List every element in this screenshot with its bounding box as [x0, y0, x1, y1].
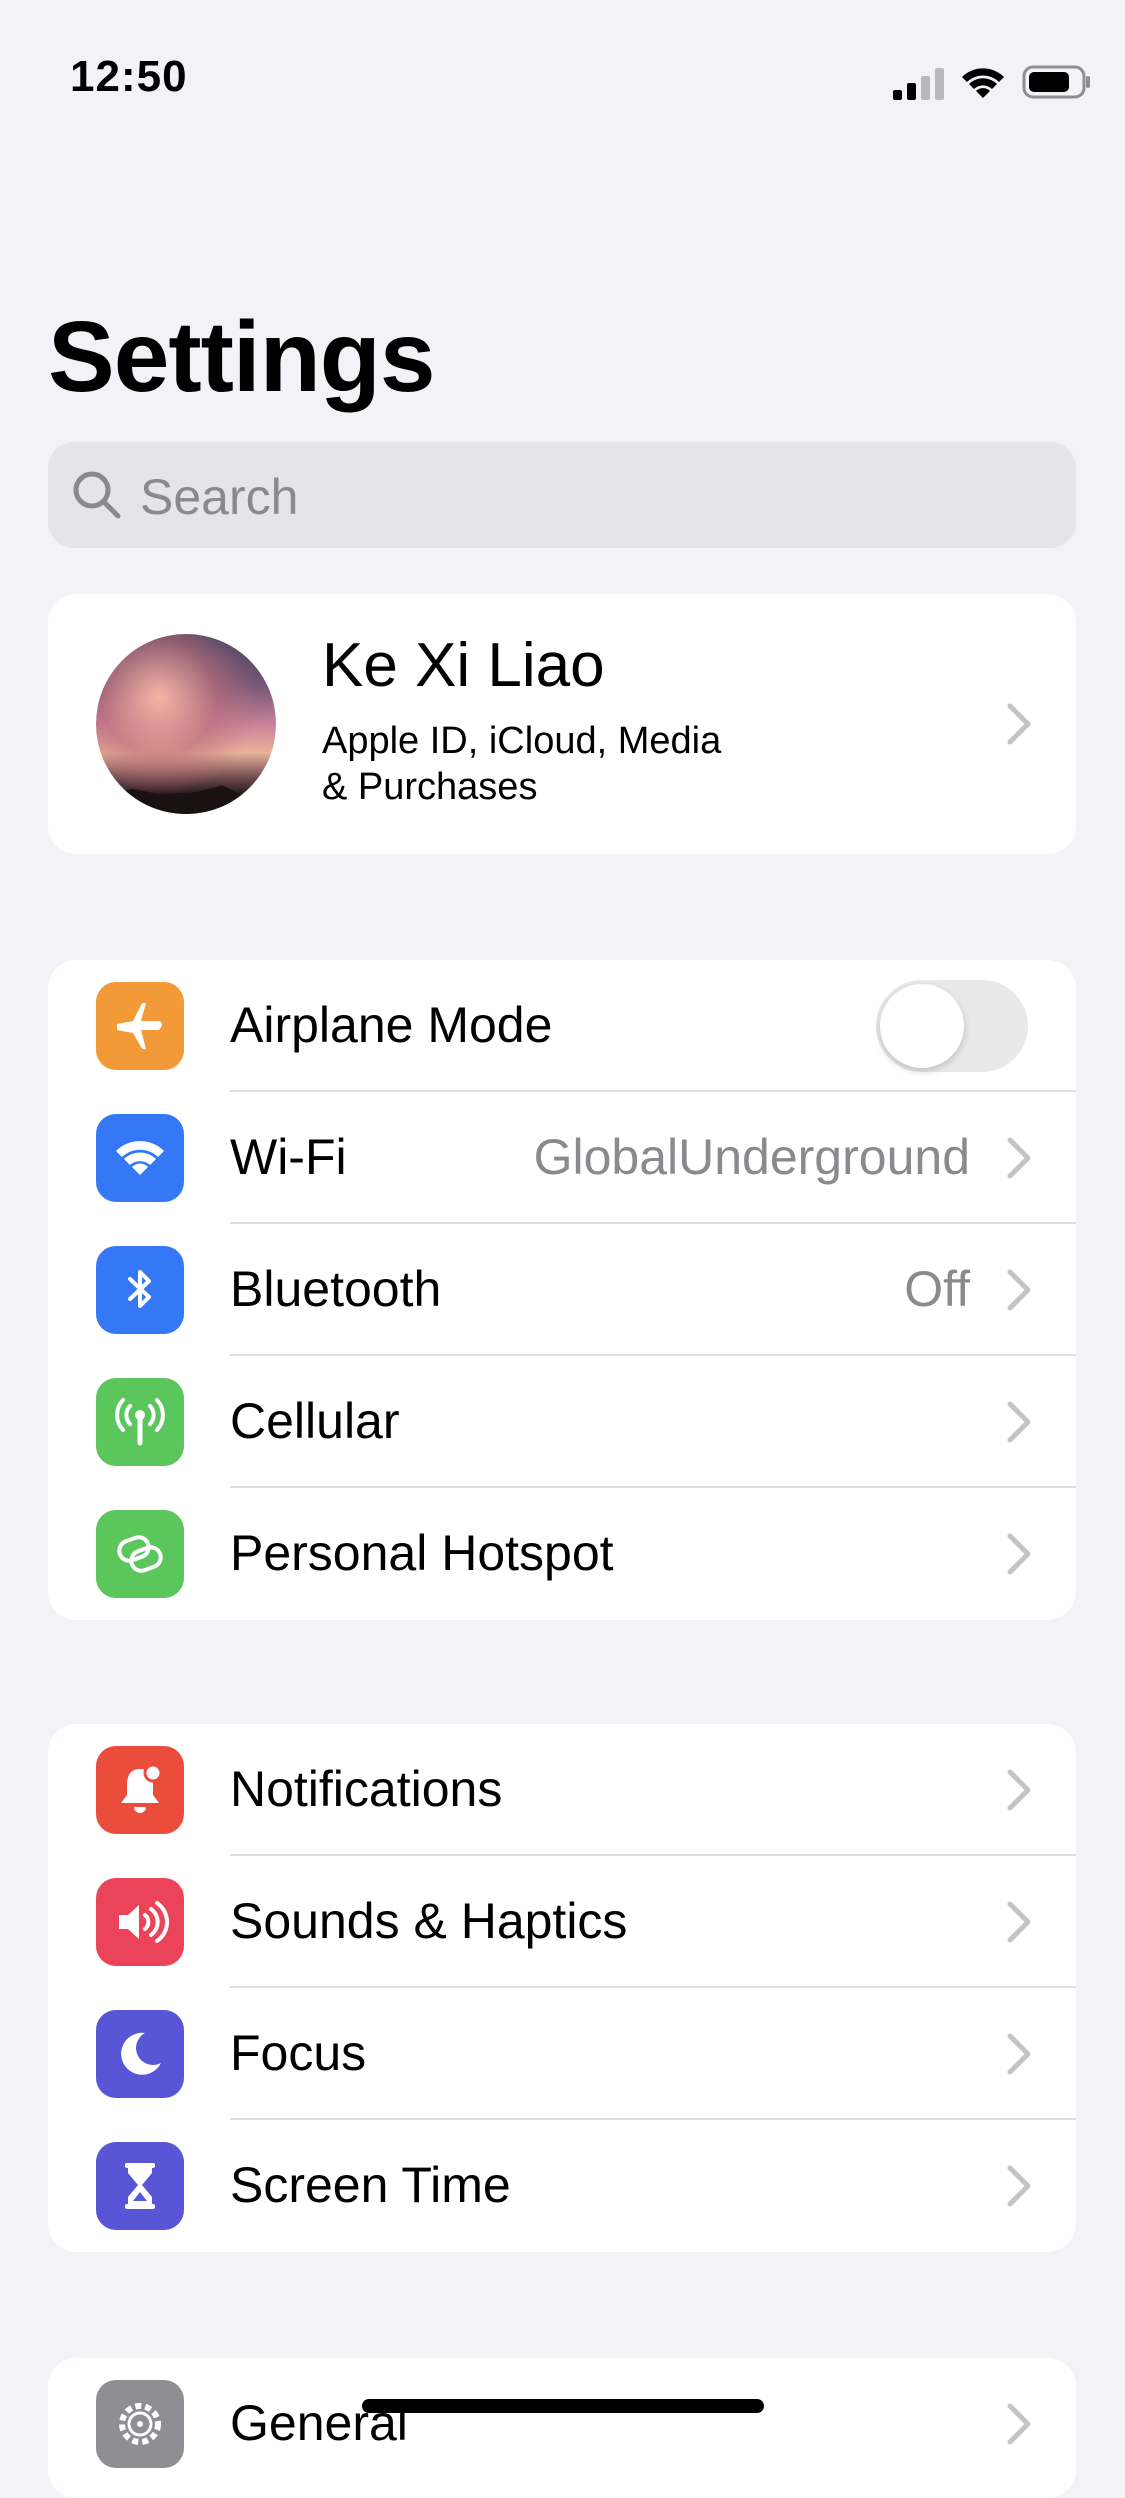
antenna-icon [96, 1378, 184, 1466]
chevron-right-icon [1007, 1269, 1031, 1311]
hourglass-icon [96, 2142, 184, 2230]
cellular-label: Cellular [230, 1393, 400, 1449]
chevron-right-icon [1007, 703, 1031, 745]
settings-row-sounds-haptics[interactable]: Sounds & Haptics [48, 1856, 1076, 1988]
cellular-signal-icon [893, 68, 944, 100]
status-bar: 12:50 [0, 0, 1125, 160]
chevron-right-icon [1007, 2165, 1031, 2207]
chevron-right-icon [1007, 2033, 1031, 2075]
search-icon [73, 471, 121, 519]
toggle-knob [880, 984, 964, 1068]
moon-icon [96, 2010, 184, 2098]
chevron-right-icon [1007, 1137, 1031, 1179]
settings-row-general[interactable]: General [48, 2358, 1076, 2490]
search-placeholder: Search [140, 469, 299, 525]
airplane-icon [96, 982, 184, 1070]
profile-subtitle-line2: & Purchases [322, 766, 538, 808]
airplane-mode-toggle[interactable] [876, 980, 1028, 1072]
profile-subtitle: Apple ID, iCloud, Media & Purchases [322, 718, 802, 810]
bell-icon [96, 1746, 184, 1834]
personal-hotspot-label: Personal Hotspot [230, 1525, 614, 1581]
connectivity-group: Airplane Mode Wi-Fi GlobalUnderground Bl… [48, 960, 1076, 1620]
wifi-icon [96, 1114, 184, 1202]
settings-row-screen-time[interactable]: Screen Time [48, 2120, 1076, 2252]
chevron-right-icon [1007, 2403, 1031, 2445]
chevron-right-icon [1007, 1401, 1031, 1443]
screen-time-label: Screen Time [230, 2157, 511, 2213]
focus-label: Focus [230, 2025, 367, 2081]
sounds-haptics-label: Sounds & Haptics [230, 1893, 628, 1949]
settings-row-notifications[interactable]: Notifications [48, 1724, 1076, 1856]
bluetooth-icon [96, 1246, 184, 1334]
battery-icon [1022, 65, 1090, 99]
apple-id-profile-row[interactable]: Ke Xi Liao Apple ID, iCloud, Media & Pur… [48, 594, 1076, 854]
settings-row-personal-hotspot[interactable]: Personal Hotspot [48, 1488, 1076, 1620]
avatar [96, 634, 276, 814]
chevron-right-icon [1007, 1901, 1031, 1943]
settings-row-bluetooth[interactable]: Bluetooth Off [48, 1224, 1076, 1356]
wifi-label: Wi-Fi [230, 1129, 347, 1185]
bluetooth-status-value: Off [904, 1261, 970, 1317]
speaker-icon [96, 1878, 184, 1966]
settings-row-wifi[interactable]: Wi-Fi GlobalUnderground [48, 1092, 1076, 1224]
status-time: 12:50 [70, 52, 188, 101]
chevron-right-icon [1007, 1769, 1031, 1811]
settings-row-focus[interactable]: Focus [48, 1988, 1076, 2120]
notifications-label: Notifications [230, 1761, 503, 1817]
settings-row-cellular[interactable]: Cellular [48, 1356, 1076, 1488]
bluetooth-label: Bluetooth [230, 1261, 442, 1317]
general-group: General [48, 2358, 1076, 2498]
gear-icon [96, 2380, 184, 2468]
avatar-landscape [96, 785, 276, 814]
home-indicator[interactable] [362, 2399, 764, 2413]
settings-row-airplane-mode: Airplane Mode [48, 960, 1076, 1092]
search-input[interactable]: Search [48, 442, 1076, 548]
wifi-status-icon [962, 68, 1004, 98]
profile-name: Ke Xi Liao [322, 631, 605, 700]
profile-subtitle-line1: Apple ID, iCloud, Media [322, 720, 722, 762]
airplane-mode-label: Airplane Mode [230, 997, 553, 1053]
chevron-right-icon [1007, 1533, 1031, 1575]
notifications-group: Notifications Sounds & Haptics Focus Scr… [48, 1724, 1076, 2252]
page-title: Settings [48, 301, 435, 413]
link-icon [96, 1510, 184, 1598]
wifi-network-value: GlobalUnderground [533, 1129, 970, 1185]
